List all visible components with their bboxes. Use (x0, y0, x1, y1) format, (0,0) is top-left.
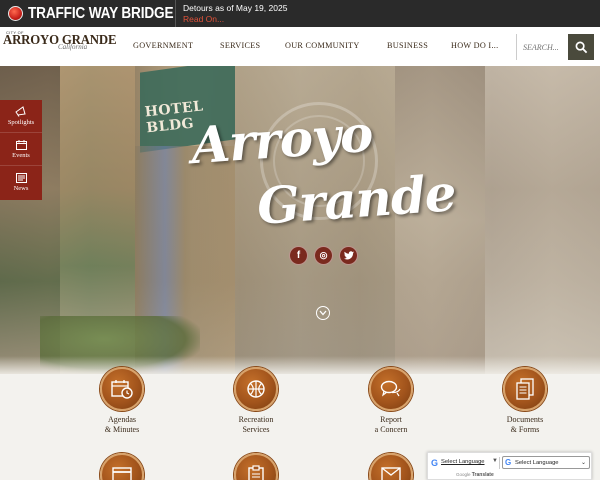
quick-link-payment[interactable] (72, 453, 172, 480)
search-box (516, 34, 594, 60)
alert-details: Detours as of May 19, 2025 Read On... (176, 3, 287, 25)
megaphone-icon (15, 106, 26, 117)
alert-date: Detours as of May 19, 2025 (183, 2, 288, 13)
alert-light-icon (8, 6, 23, 21)
quick-link-label-line1: Documents (506, 415, 544, 424)
hero-building-far-right (485, 66, 600, 374)
side-item-news[interactable]: News (0, 166, 42, 199)
alert-read-on-link[interactable]: Read On... (183, 14, 287, 25)
logo-state: California (58, 43, 88, 51)
site-header: CITY OF ARROYO GRANDE California GOVERNM… (0, 27, 600, 66)
side-label-news: News (13, 185, 29, 192)
facebook-icon: f (296, 250, 301, 261)
quick-link-documents[interactable]: Documents & Forms (475, 367, 575, 435)
quick-link-label-line2: Services (242, 425, 270, 434)
translate-select-value: Select Language (515, 459, 559, 466)
quick-link-label-line2: & Forms (510, 425, 540, 434)
search-icon (575, 41, 587, 53)
nav-services[interactable]: SERVICES (220, 41, 260, 50)
hero-banner: HOTEL BLDG Arroyo Grande f ◎ (0, 66, 600, 374)
alert-bar: TRAFFIC WAY BRIDGE Detours as of May 19,… (0, 0, 600, 27)
twitter-button[interactable] (339, 246, 358, 265)
quick-link-label-line1: Report (380, 415, 402, 424)
quick-link-report-concern[interactable]: Report a Concern (341, 367, 441, 435)
hero-title-line1: Arroyo (189, 103, 375, 176)
newspaper-icon (15, 173, 27, 183)
search-button[interactable] (568, 34, 594, 60)
scroll-down-button[interactable] (316, 306, 330, 320)
side-label-events: Events (12, 151, 30, 159)
quick-link-clipboard[interactable] (206, 453, 306, 480)
translate-link[interactable]: Translate (472, 472, 494, 478)
clipboard-icon (248, 465, 264, 480)
dropdown-arrow-icon[interactable]: ▼ (492, 458, 498, 464)
instagram-button[interactable]: ◎ (314, 246, 333, 265)
alert-title: TRAFFIC WAY BRIDGE (28, 4, 174, 22)
translate-powered-by: Google Translate (456, 472, 494, 478)
translate-select-language-link[interactable]: Select Language (441, 459, 485, 465)
google-g-icon: G (431, 458, 439, 468)
calendar-icon (15, 139, 27, 150)
alert-banner[interactable]: TRAFFIC WAY BRIDGE (0, 0, 176, 27)
chat-bubbles-icon (380, 380, 401, 397)
quick-link-label-line2: & Minutes (104, 425, 140, 434)
nav-business[interactable]: BUSINESS (387, 41, 428, 50)
quick-link-contact[interactable] (341, 453, 441, 480)
translate-language-select[interactable]: G Select Language ⌄ (502, 456, 590, 469)
payment-icon (112, 467, 132, 480)
side-quick-links: Spotlights Events News (0, 100, 42, 200)
calendar-clock-icon (111, 380, 133, 399)
translate-divider (499, 457, 500, 469)
nav-our-community[interactable]: OUR COMMUNITY (285, 41, 360, 50)
side-item-events[interactable]: Events (0, 133, 42, 166)
quick-link-agendas[interactable]: Agendas & Minutes (72, 367, 172, 435)
twitter-icon (343, 251, 354, 260)
powered-by-google: Google (456, 472, 471, 477)
facebook-button[interactable]: f (289, 246, 308, 265)
quick-link-label-line1: Agendas (108, 415, 136, 424)
google-translate-widget: G Select Language ▼ G Select Language ⌄ … (427, 452, 592, 480)
chevron-down-icon: ⌄ (580, 460, 586, 466)
search-input[interactable] (523, 37, 573, 57)
envelope-icon (381, 467, 401, 480)
documents-icon (516, 378, 534, 400)
city-logo[interactable]: CITY OF ARROYO GRANDE California (0, 27, 122, 66)
quick-link-label-line1: Recreation (238, 415, 274, 424)
side-label-spotlights: Spotlights (7, 119, 35, 126)
instagram-icon: ◎ (319, 250, 328, 260)
nav-government[interactable]: GOVERNMENT (133, 41, 193, 50)
nav-how-do-i[interactable]: HOW DO I... (451, 41, 499, 50)
basketball-icon (247, 380, 265, 398)
side-item-spotlights[interactable]: Spotlights (0, 100, 42, 133)
chevron-down-icon (319, 310, 327, 316)
quick-link-label-line2: a Concern (374, 425, 408, 434)
google-g-icon: G (505, 458, 512, 467)
quick-link-recreation[interactable]: Recreation Services (206, 367, 306, 435)
